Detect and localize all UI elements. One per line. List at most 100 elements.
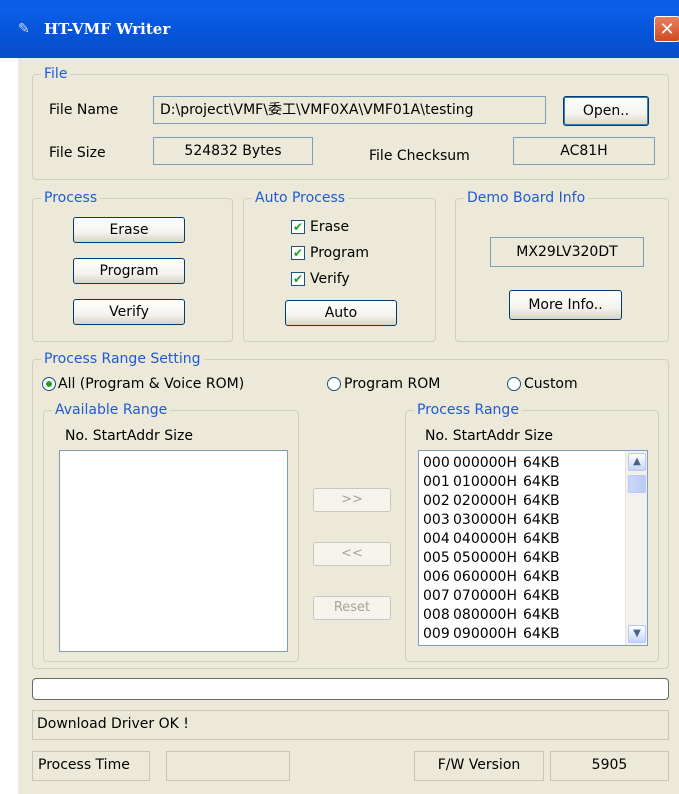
radio-custom[interactable] — [507, 377, 521, 391]
process-range-row[interactable]: 000 000000H 64KB — [423, 454, 563, 473]
process-range-setting-group: Process Range Setting All (Program & Voi… — [32, 351, 669, 669]
process-range-row[interactable]: 001 010000H 64KB — [423, 473, 563, 492]
demo-board-group: Demo Board Info MX29LV320DT More Info.. — [455, 190, 669, 342]
range-row-addr: 090000H — [453, 626, 517, 642]
program-button[interactable]: Program — [73, 258, 185, 284]
range-row-size: 64KB — [523, 588, 560, 604]
fw-version-value: 5905 — [591, 757, 628, 773]
scroll-down-icon[interactable]: ▼ — [628, 625, 646, 643]
range-row-size: 64KB — [523, 626, 560, 642]
radio-program-rom[interactable] — [327, 377, 341, 391]
app-window: ✎ HT-VMF Writer ✕ File File Name D:\proj… — [0, 0, 679, 794]
auto-process-legend: Auto Process — [252, 190, 349, 206]
process-range-setting-legend: Process Range Setting — [41, 351, 204, 367]
range-row-no: 007 — [423, 588, 450, 604]
available-range-legend: Available Range — [52, 402, 171, 418]
more-info-button[interactable]: More Info.. — [509, 290, 622, 320]
available-range-header: No. StartAddr Size — [65, 428, 193, 444]
process-range-row[interactable]: 008 080000H 64KB — [423, 606, 563, 625]
range-row-addr: 040000H — [453, 531, 517, 547]
file-group: File File Name D:\project\VMF\委工\VMF0XA\… — [32, 66, 669, 180]
radio-custom-label: Custom — [524, 376, 578, 392]
progress-bar — [32, 678, 669, 700]
add-range-button[interactable]: >> — [313, 488, 391, 512]
client-area: File File Name D:\project\VMF\委工\VMF0XA\… — [18, 58, 679, 794]
process-range-header: No. StartAddr Size — [425, 428, 553, 444]
process-time-label-panel: Process Time — [32, 751, 150, 781]
scroll-up-icon[interactable]: ▲ — [628, 453, 646, 471]
range-row-addr: 050000H — [453, 550, 517, 566]
process-range-row[interactable]: 004 040000H 64KB — [423, 530, 563, 549]
process-range-list[interactable]: 000 000000H 64KB 001 010000H 64KB 002 020000H 64… — [418, 450, 648, 646]
range-row-addr: 020000H — [453, 493, 517, 509]
range-row-size: 64KB — [523, 531, 560, 547]
erase-button[interactable]: Erase — [73, 217, 185, 243]
range-row-addr: 010000H — [453, 474, 517, 490]
range-row-size: 64KB — [523, 569, 560, 585]
title-bar[interactable]: ✎ HT-VMF Writer ✕ — [0, 0, 679, 58]
file-size-label: File Size — [49, 145, 106, 161]
auto-program-label: Program — [310, 245, 370, 261]
window-left-margin — [0, 58, 18, 794]
process-group: Process Erase Program Verify — [32, 190, 233, 342]
radio-program-rom-label: Program ROM — [344, 376, 441, 392]
file-checksum-label: File Checksum — [369, 148, 470, 164]
process-range-scrollbar[interactable]: ▲ ▼ — [625, 451, 647, 645]
reset-range-button[interactable]: Reset — [313, 596, 391, 620]
process-time-value-panel — [166, 751, 290, 781]
range-row-no: 004 — [423, 531, 450, 547]
demo-board-field: MX29LV320DT — [490, 237, 644, 267]
auto-program-checkbox[interactable]: ✔ — [291, 246, 305, 260]
status-message: Download Driver OK ! — [37, 716, 189, 732]
writer-app-icon: ✎ — [18, 21, 30, 37]
range-row-addr: 000000H — [453, 455, 517, 471]
radio-all-label: All (Program & Voice ROM) — [58, 376, 245, 392]
range-row-size: 64KB — [523, 607, 560, 623]
verify-button[interactable]: Verify — [73, 299, 185, 325]
close-button[interactable]: ✕ — [654, 16, 679, 42]
scroll-thumb[interactable] — [628, 475, 646, 493]
auto-button[interactable]: Auto — [285, 300, 397, 326]
process-range-row[interactable]: 002 020000H 64KB — [423, 492, 563, 511]
file-legend: File — [41, 66, 71, 82]
fw-version-value-panel: 5905 — [550, 751, 669, 781]
process-range-group: Process Range No. StartAddr Size 000 0000… — [405, 402, 659, 662]
range-row-no: 005 — [423, 550, 450, 566]
range-row-size: 64KB — [523, 455, 560, 471]
fw-version-label: F/W Version — [437, 757, 521, 773]
available-range-list[interactable] — [59, 450, 288, 652]
range-row-addr: 080000H — [453, 607, 517, 623]
process-range-legend: Process Range — [414, 402, 522, 418]
process-range-row[interactable]: 009 090000H 64KB — [423, 625, 563, 644]
range-row-no: 000 — [423, 455, 450, 471]
open-button[interactable]: Open.. — [563, 96, 649, 126]
demo-board-legend: Demo Board Info — [464, 190, 589, 206]
auto-verify-checkbox[interactable]: ✔ — [291, 272, 305, 286]
radio-all[interactable] — [42, 377, 56, 391]
range-row-addr: 060000H — [453, 569, 517, 585]
range-row-size: 64KB — [523, 550, 560, 566]
range-row-no: 009 — [423, 626, 450, 642]
file-size-field: 524832 Bytes — [153, 137, 313, 165]
process-range-row[interactable]: 007 070000H 64KB — [423, 587, 563, 606]
window-title: HT-VMF Writer — [44, 20, 171, 38]
auto-erase-checkbox[interactable]: ✔ — [291, 220, 305, 234]
range-row-no: 001 — [423, 474, 450, 490]
auto-verify-label: Verify — [310, 271, 350, 287]
range-row-no: 006 — [423, 569, 450, 585]
range-row-size: 64KB — [523, 474, 560, 490]
available-range-group: Available Range No. StartAddr Size — [43, 402, 299, 662]
process-range-row[interactable]: 003 030000H 64KB — [423, 511, 563, 530]
status-message-panel: Download Driver OK ! — [32, 710, 669, 740]
process-range-row[interactable]: 005 050000H 64KB — [423, 549, 563, 568]
auto-process-group: Auto Process ✔ Erase ✔ Program ✔ Verify … — [243, 190, 436, 342]
file-name-field[interactable]: D:\project\VMF\委工\VMF0XA\VMF01A\testing — [153, 96, 546, 124]
range-row-addr: 070000H — [453, 588, 517, 604]
range-row-no: 002 — [423, 493, 450, 509]
fw-version-label-panel: F/W Version — [414, 751, 544, 781]
range-row-no: 008 — [423, 607, 450, 623]
remove-range-button[interactable]: << — [313, 542, 391, 566]
range-row-size: 64KB — [523, 512, 560, 528]
process-range-row[interactable]: 006 060000H 64KB — [423, 568, 563, 587]
range-row-size: 64KB — [523, 493, 560, 509]
